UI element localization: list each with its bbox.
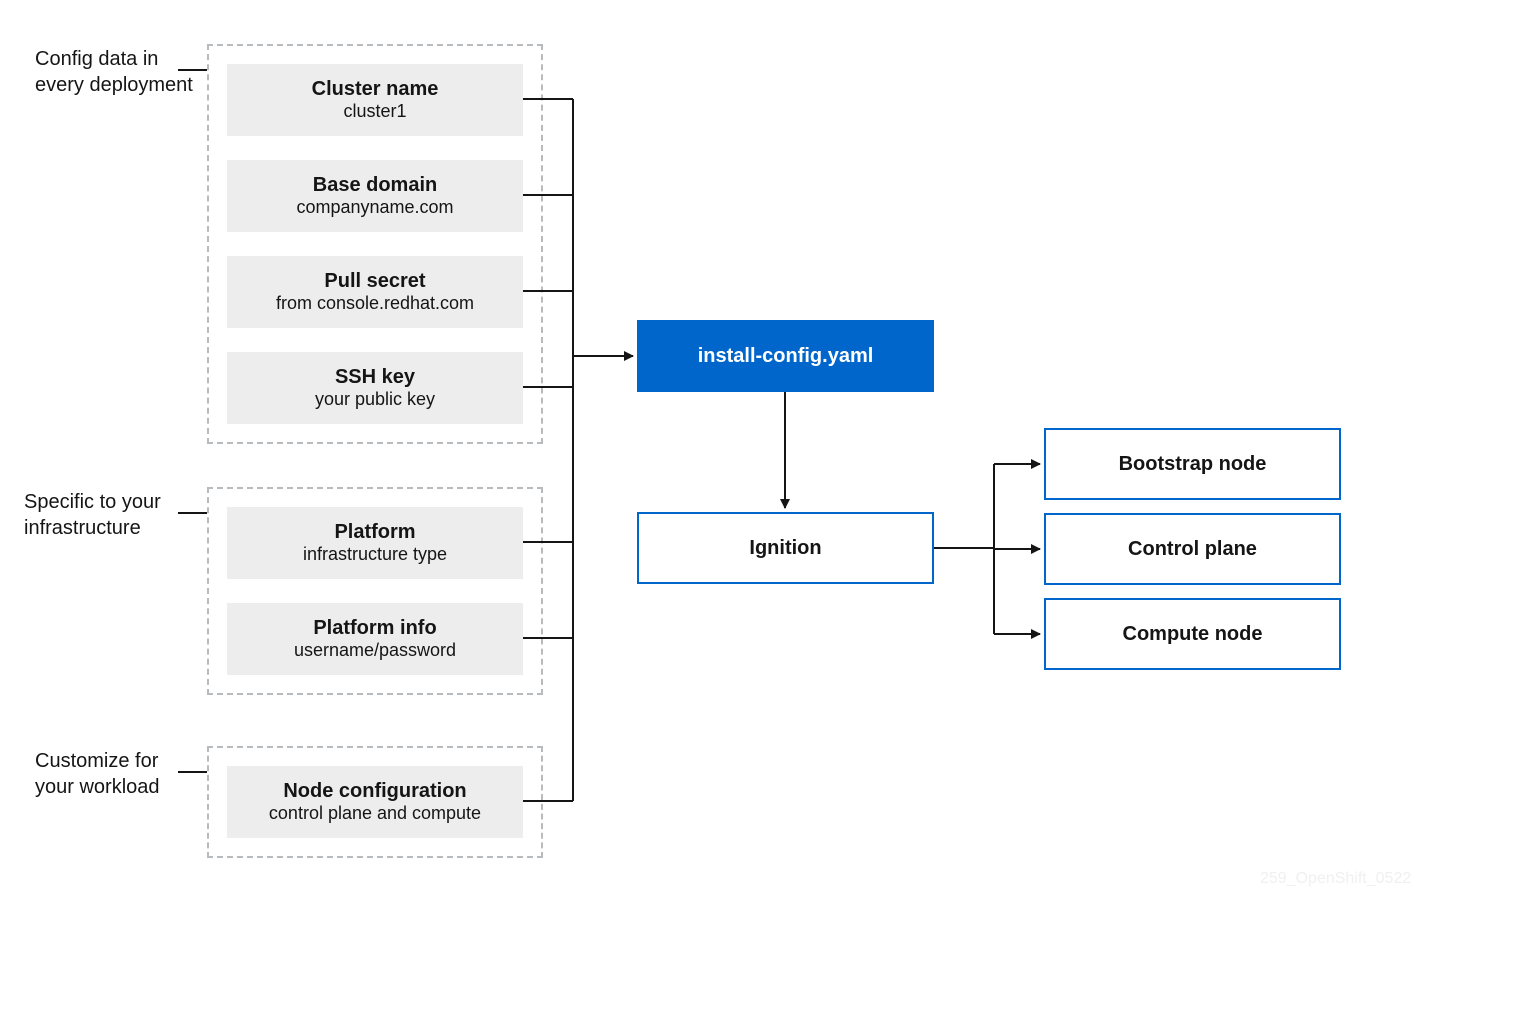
- config-box: SSH key your public key: [227, 352, 523, 424]
- group2-label: Specific to your infrastructure: [24, 489, 161, 541]
- config-sub: infrastructure type: [303, 544, 447, 565]
- config-sub: control plane and compute: [269, 803, 481, 824]
- bootstrap-node-box: Bootstrap node: [1044, 428, 1341, 500]
- install-config-box: install-config.yaml: [637, 320, 934, 392]
- config-group-1: Cluster name cluster1 Base domain compan…: [207, 44, 543, 444]
- compute-node-box: Compute node: [1044, 598, 1341, 670]
- config-box: Base domain companyname.com: [227, 160, 523, 232]
- ignition-box: Ignition: [637, 512, 934, 584]
- config-sub: username/password: [294, 640, 456, 661]
- control-plane-box: Control plane: [1044, 513, 1341, 585]
- config-sub: cluster1: [343, 101, 406, 122]
- config-sub: companyname.com: [296, 197, 453, 218]
- config-title: Platform info: [313, 617, 436, 640]
- config-box: Node configuration control plane and com…: [227, 766, 523, 838]
- config-sub: your public key: [315, 389, 435, 410]
- config-title: Node configuration: [283, 780, 466, 803]
- config-title: SSH key: [335, 366, 415, 389]
- config-title: Platform: [334, 521, 415, 544]
- group1-label: Config data in every deployment: [35, 46, 193, 98]
- config-group-3: Node configuration control plane and com…: [207, 746, 543, 858]
- config-box: Platform info username/password: [227, 603, 523, 675]
- group3-label: Customize for your workload: [35, 748, 160, 800]
- config-box: Platform infrastructure type: [227, 507, 523, 579]
- watermark: 259_OpenShift_0522: [1260, 870, 1411, 888]
- config-box: Cluster name cluster1: [227, 64, 523, 136]
- config-sub: from console.redhat.com: [276, 293, 474, 314]
- config-box: Pull secret from console.redhat.com: [227, 256, 523, 328]
- config-group-2: Platform infrastructure type Platform in…: [207, 487, 543, 695]
- config-title: Cluster name: [312, 78, 439, 101]
- config-title: Pull secret: [324, 270, 425, 293]
- config-title: Base domain: [313, 174, 437, 197]
